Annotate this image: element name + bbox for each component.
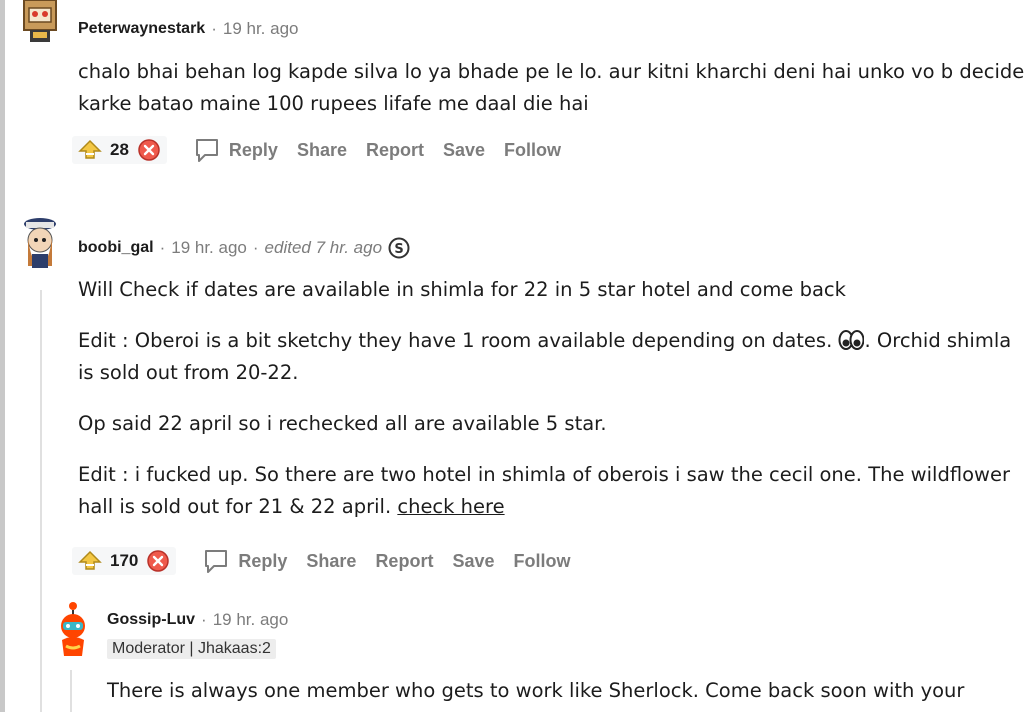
thread-line[interactable] <box>40 290 42 712</box>
thread-line-nested[interactable] <box>70 670 72 712</box>
upvote-icon[interactable] <box>78 550 102 572</box>
upvote-icon[interactable] <box>78 139 102 161</box>
avatar[interactable] <box>50 600 94 656</box>
comment-paragraph: chalo bhai behan log kapde silva lo ya b… <box>78 60 1025 115</box>
comment-meta: Peterwaynestark · 19 hr. ago <box>78 19 298 39</box>
reply-button[interactable]: Reply <box>193 136 278 164</box>
captain-avatar-icon <box>24 218 56 268</box>
comment-paragraph: Edit : Oberoi is a bit sketchy they have… <box>78 325 1028 389</box>
share-button[interactable]: Share <box>297 140 347 161</box>
vote-score: 28 <box>110 140 129 159</box>
comment-text: Edit : Oberoi is a bit sketchy they have… <box>78 329 833 352</box>
comment-paragraph: Op said 22 april so i rechecked all are … <box>78 412 607 435</box>
avatar[interactable] <box>18 214 62 268</box>
comment-body: chalo bhai behan log kapde silva lo ya b… <box>78 56 1028 139</box>
reply-button[interactable]: Reply <box>202 547 287 575</box>
eyes-emoji-icon <box>838 330 865 350</box>
report-button[interactable]: Report <box>366 140 424 161</box>
user-flair: Moderator | Jhakaas:2 <box>107 639 276 659</box>
svg-text:S: S <box>394 242 403 257</box>
separator-dot: · <box>159 238 166 257</box>
reply-label: Reply <box>228 139 278 160</box>
comment-body: Will Check if dates are available in shi… <box>78 274 1028 542</box>
comment-bubble-icon <box>195 139 218 162</box>
snoo-coin-icon: S <box>388 237 410 259</box>
check-here-link[interactable]: check here <box>397 495 504 518</box>
save-button[interactable]: Save <box>452 551 494 572</box>
follow-button[interactable]: Follow <box>513 551 570 572</box>
vote-widget: 28 <box>72 136 167 164</box>
comment-body: There is always one member who gets to w… <box>107 675 1027 726</box>
comment-bubble-icon <box>205 550 228 573</box>
comment-text: Edit : i fucked up. So there are two hot… <box>78 463 1010 518</box>
downvote-icon[interactable] <box>146 549 170 573</box>
timestamp[interactable]: 19 hr. ago <box>171 238 247 258</box>
comment-actions: 28 Reply Share Report Save Follow <box>72 136 561 164</box>
comment-paragraph: Will Check if dates are available in shi… <box>78 278 846 301</box>
author-name[interactable]: boobi_gal <box>78 239 154 257</box>
vote-score: 170 <box>110 551 139 570</box>
comment-meta: Gossip-Luv · 19 hr. ago <box>107 610 288 630</box>
edited-timestamp: edited 7 hr. ago <box>264 238 383 257</box>
author-name[interactable]: Gossip-Luv <box>107 611 195 629</box>
comment-meta: boobi_gal · 19 hr. ago · edited 7 hr. ag… <box>78 237 410 259</box>
timestamp[interactable]: 19 hr. ago <box>223 19 299 39</box>
separator-dot: · <box>211 19 217 38</box>
save-button[interactable]: Save <box>443 140 485 161</box>
vote-widget: 170 <box>72 547 177 575</box>
avatar[interactable] <box>18 0 62 42</box>
box-robot-avatar-icon <box>23 0 57 42</box>
author-name[interactable]: Peterwaynestark <box>78 20 205 38</box>
comment-paragraph: There is always one member who gets to w… <box>107 679 965 702</box>
share-button[interactable]: Share <box>306 551 356 572</box>
comment-actions: 170 Reply Share Report Save Follow <box>72 547 570 575</box>
separator-dot: · <box>201 610 207 629</box>
timestamp[interactable]: 19 hr. ago <box>213 610 289 630</box>
follow-button[interactable]: Follow <box>504 140 561 161</box>
separator-dot: · <box>252 238 259 257</box>
report-button[interactable]: Report <box>375 551 433 572</box>
comment-paragraph: Edit : i fucked up. So there are two hot… <box>78 459 1028 523</box>
snoo-avatar-icon <box>61 602 85 656</box>
thread-collapse-rail[interactable] <box>0 0 5 712</box>
reply-label: Reply <box>238 550 288 571</box>
downvote-icon[interactable] <box>137 138 161 162</box>
